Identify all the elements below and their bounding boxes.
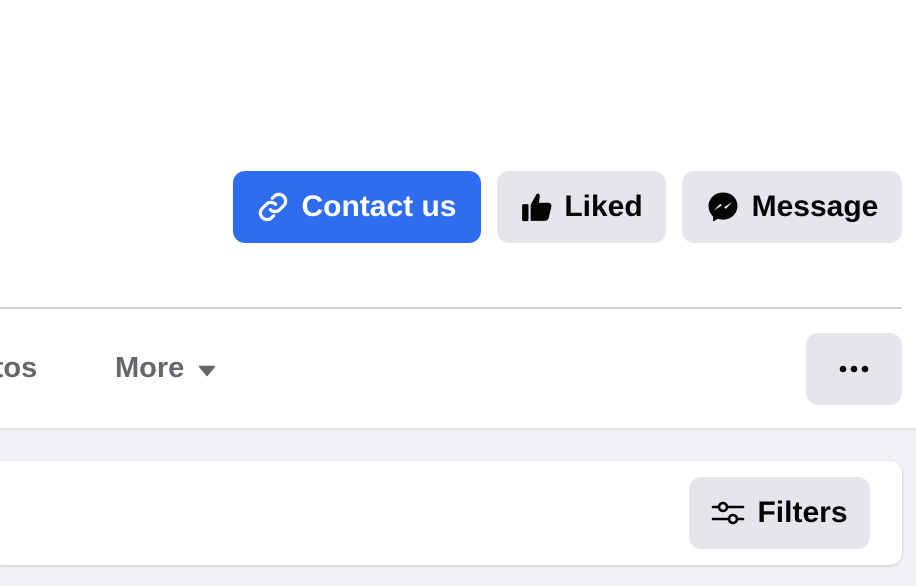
more-options-button[interactable]	[806, 333, 902, 405]
tab-more-label: More	[115, 352, 185, 384]
liked-label: Liked	[564, 190, 643, 223]
liked-button[interactable]: Liked	[497, 171, 666, 243]
link-icon	[257, 191, 289, 223]
contact-us-button[interactable]: Contact us	[233, 171, 481, 243]
contact-us-label: Contact us	[301, 190, 457, 223]
page-header: Contact us Liked Message otos More	[0, 0, 916, 586]
thumbs-up-icon	[520, 190, 554, 224]
message-label: Message	[751, 190, 879, 223]
header-divider	[0, 307, 902, 309]
message-button[interactable]: Message	[682, 171, 902, 243]
tab-photos[interactable]: otos	[0, 352, 37, 385]
filters-label: Filters	[757, 496, 848, 529]
caret-down-icon	[198, 352, 216, 385]
more-dots-icon	[839, 365, 869, 373]
sliders-icon	[711, 498, 745, 528]
filters-button[interactable]: Filters	[689, 477, 870, 549]
tab-more[interactable]: More	[115, 352, 216, 385]
messenger-icon	[706, 190, 740, 224]
